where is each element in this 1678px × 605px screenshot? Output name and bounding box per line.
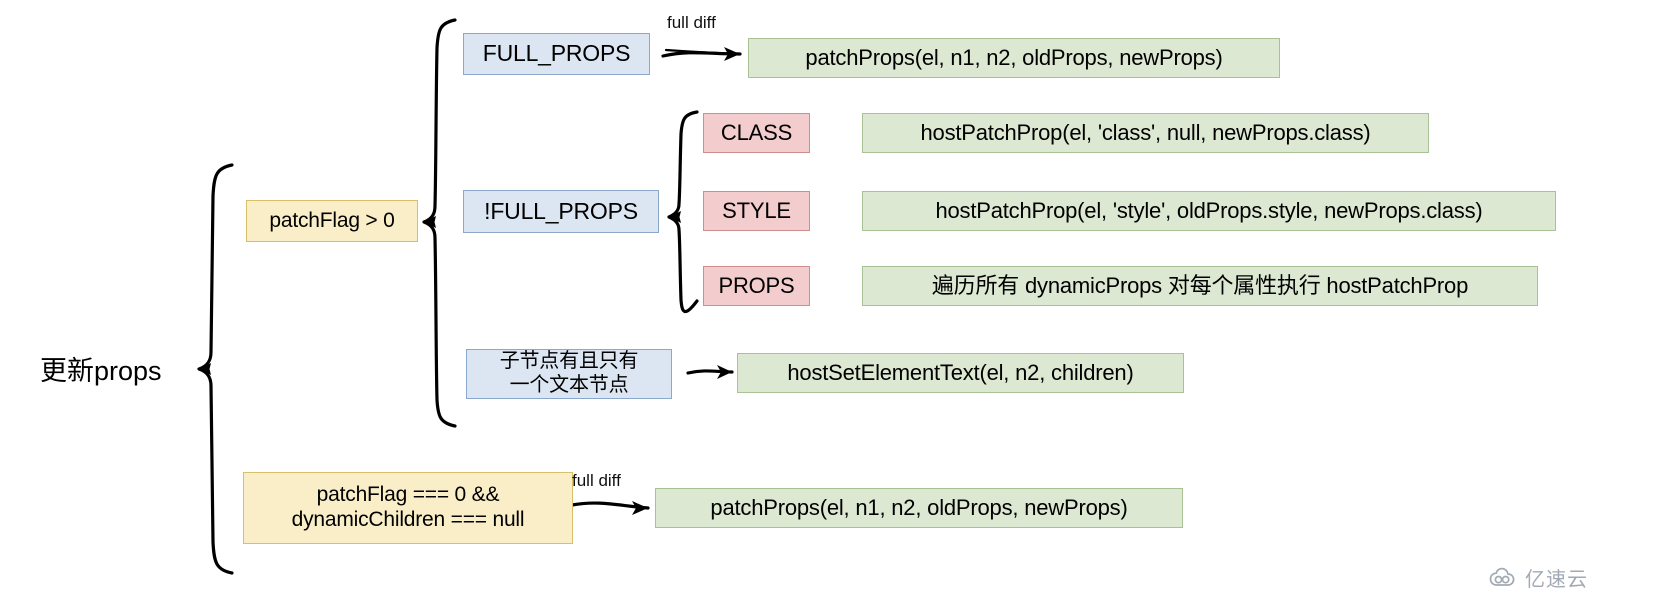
- node-full-props[interactable]: FULL_PROPS: [463, 33, 650, 75]
- watermark: 亿速云: [1489, 563, 1588, 592]
- diagram-canvas: 更新props patchFlag > 0 patchFlag === 0 &&…: [0, 0, 1678, 605]
- edge-label-full-diff-top: full diff: [667, 13, 716, 32]
- action-patch-props-full[interactable]: patchProps(el, n1, n2, oldProps, newProp…: [748, 38, 1280, 78]
- node-style-flag[interactable]: STYLE: [703, 191, 810, 231]
- node-single-text-child[interactable]: 子节点有且只有 一个文本节点: [466, 349, 672, 399]
- watermark-text: 亿速云: [1525, 569, 1588, 591]
- action-host-patch-prop-props[interactable]: 遍历所有 dynamicProps 对每个属性执行 hostPatchProp: [862, 266, 1538, 306]
- action-host-set-element-text[interactable]: hostSetElementText(el, n2, children): [737, 353, 1184, 393]
- node-patchflag-zero[interactable]: patchFlag === 0 && dynamicChildren === n…: [243, 472, 573, 544]
- edge-label-full-diff-bottom: full diff: [572, 471, 621, 490]
- cloud-icon: [1489, 567, 1515, 586]
- action-host-patch-prop-class[interactable]: hostPatchProp(el, 'class', null, newProp…: [862, 113, 1429, 153]
- node-class-flag[interactable]: CLASS: [703, 113, 810, 153]
- node-props-flag[interactable]: PROPS: [703, 266, 810, 306]
- action-host-patch-prop-style[interactable]: hostPatchProp(el, 'style', oldProps.styl…: [862, 191, 1556, 231]
- node-patchflag-positive[interactable]: patchFlag > 0: [246, 200, 418, 242]
- action-patch-props-full-bottom[interactable]: patchProps(el, n1, n2, oldProps, newProp…: [655, 488, 1183, 528]
- node-not-full-props[interactable]: !FULL_PROPS: [463, 190, 659, 233]
- root-label: 更新props: [40, 356, 162, 386]
